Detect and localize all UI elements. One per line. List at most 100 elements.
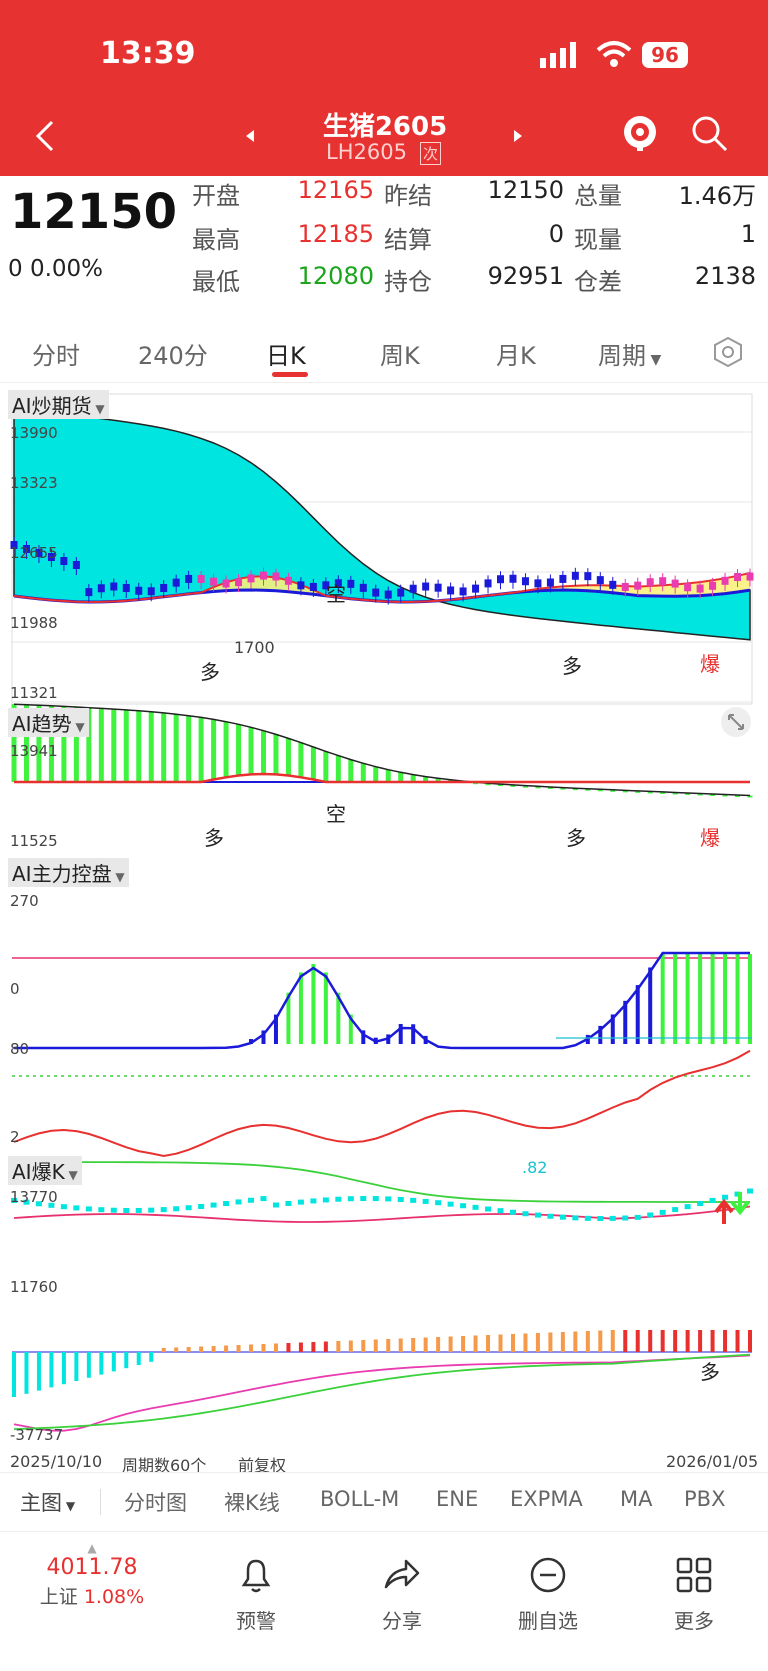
- main-candle: [721, 576, 729, 585]
- indicator-boll[interactable]: BOLL-M: [320, 1487, 399, 1511]
- trend-ytick-top: 13941: [10, 742, 58, 760]
- baok-candle: [572, 1215, 579, 1221]
- main-candle: [85, 588, 93, 597]
- main-candle: [147, 587, 155, 596]
- baok-candle: [372, 1196, 379, 1202]
- flow-bar-positive: [486, 1335, 491, 1352]
- indicator-fenshitu[interactable]: 分时图: [124, 1487, 187, 1517]
- main-candle: [746, 572, 754, 581]
- quote-label: 持仓: [384, 268, 432, 296]
- share-icon: [384, 1559, 420, 1589]
- quote-panel: 12150 0 0.00% 开盘 12165 昨结 12150 总量 1.46万…: [0, 176, 768, 318]
- main-candle: [284, 576, 292, 585]
- control-bar: [648, 967, 653, 1044]
- tab-weekly[interactable]: 周K: [380, 336, 420, 371]
- baok-candle: [248, 1197, 255, 1203]
- contract-code: LH2605: [326, 140, 407, 164]
- back-icon[interactable]: [32, 118, 58, 154]
- quote-value: 0: [548, 220, 564, 248]
- baok-green-line: [14, 1161, 750, 1203]
- main-candle: [97, 584, 105, 593]
- baok-candle: [410, 1197, 417, 1203]
- trend-mark-bao: 爆: [700, 826, 720, 850]
- trend-bar: [285, 738, 291, 776]
- indicator-ma[interactable]: MA: [620, 1487, 652, 1511]
- baok-panel[interactable]: [11, 1161, 753, 1224]
- main-chart-panel[interactable]: [10, 393, 754, 705]
- search-icon[interactable]: [690, 114, 730, 154]
- tab-period[interactable]: 周期 ▼: [598, 336, 661, 371]
- tab-monthly[interactable]: 月K: [496, 336, 536, 371]
- baok-candle: [385, 1196, 392, 1202]
- tab-period-label: 周期: [598, 342, 646, 370]
- baok-candle: [697, 1201, 704, 1207]
- main-candle: [297, 581, 305, 590]
- main-mark-bao: 爆: [700, 652, 720, 676]
- flow-bar-positive: [698, 1330, 703, 1352]
- trend-mark-duo-1: 多: [204, 826, 224, 850]
- main-candle: [497, 575, 505, 584]
- baok-candle: [310, 1198, 317, 1204]
- tab-fenshi[interactable]: 分时: [32, 336, 80, 371]
- main-candle: [621, 582, 629, 591]
- main-candle: [596, 576, 604, 585]
- baok-candle: [60, 1204, 67, 1210]
- share-button[interactable]: 分享: [352, 1555, 452, 1634]
- line-panel[interactable]: [12, 1037, 752, 1158]
- indicator-pbx[interactable]: PBX: [684, 1487, 725, 1511]
- control-bar: [660, 954, 665, 1044]
- baok-candle: [609, 1215, 616, 1221]
- baok-candle: [272, 1202, 279, 1208]
- chart-area[interactable]: [0, 384, 768, 1470]
- flow-bar-positive: [648, 1330, 653, 1352]
- more-button[interactable]: 更多: [644, 1555, 744, 1634]
- baok-panel-title[interactable]: AI爆K ▼: [8, 1156, 82, 1185]
- main-candle: [521, 577, 529, 586]
- alert-button[interactable]: 预警: [206, 1555, 306, 1634]
- flow-bar-positive: [373, 1339, 378, 1352]
- indicator-luokxian[interactable]: 裸K线: [224, 1487, 280, 1517]
- remove-watchlist-button[interactable]: 删自选: [498, 1555, 598, 1634]
- flow-bar-positive: [436, 1337, 441, 1352]
- trend-panel[interactable]: [11, 703, 753, 798]
- flow-bar-positive: [535, 1333, 540, 1352]
- flow-bar-positive: [249, 1344, 254, 1352]
- next-contract-icon[interactable]: [512, 128, 524, 144]
- indicator-main-label: 主图: [20, 1491, 62, 1515]
- quote-value: 1.46万: [678, 182, 756, 210]
- more-label: 更多: [674, 1609, 714, 1633]
- quote-value: 92951: [487, 262, 564, 290]
- flow-panel[interactable]: [12, 1330, 752, 1432]
- control-panel[interactable]: [12, 951, 752, 1050]
- flow-bar-negative: [111, 1352, 116, 1372]
- prev-contract-icon[interactable]: [244, 128, 256, 144]
- expand-icon[interactable]: [720, 706, 752, 738]
- indicator-ene[interactable]: ENE: [436, 1487, 478, 1511]
- robot-icon[interactable]: [620, 112, 660, 152]
- baok-ytick-top: 13770: [10, 1188, 58, 1206]
- control-panel-title[interactable]: AI主力控盘 ▼: [8, 858, 129, 887]
- main-panel-title[interactable]: AI炒期货 ▼: [8, 390, 109, 419]
- flow-bar-positive: [411, 1338, 416, 1352]
- control-bar: [698, 954, 703, 1044]
- baok-candle: [322, 1197, 329, 1203]
- trend-panel-title[interactable]: AI趋势 ▼: [8, 708, 89, 737]
- baok-ytick-bottom: 11760: [10, 1278, 58, 1296]
- index-widget[interactable]: ▲ 4011.78 上证 1.08%: [30, 1541, 154, 1609]
- index-pct: 1.08%: [83, 1586, 145, 1608]
- line-ytick-bottom: 2: [10, 1128, 20, 1146]
- flow-bar-positive: [211, 1346, 216, 1352]
- indicator-expma[interactable]: EXPMA: [510, 1487, 583, 1511]
- flow-bar-positive: [386, 1339, 391, 1352]
- tab-daily[interactable]: 日K: [266, 336, 306, 371]
- alert-label: 预警: [236, 1609, 276, 1633]
- indicator-main[interactable]: 主图 ▼: [20, 1487, 75, 1517]
- settings-hexagon-icon[interactable]: [712, 336, 744, 368]
- line-ytick-top: 80: [10, 1040, 30, 1058]
- tab-240min[interactable]: 240分: [138, 336, 208, 371]
- flow-bar-positive: [523, 1333, 528, 1352]
- battery-icon: 96: [642, 42, 688, 68]
- baok-up-arrow: [714, 1198, 734, 1224]
- main-candle: [197, 574, 205, 583]
- flow-bar-negative: [86, 1352, 91, 1378]
